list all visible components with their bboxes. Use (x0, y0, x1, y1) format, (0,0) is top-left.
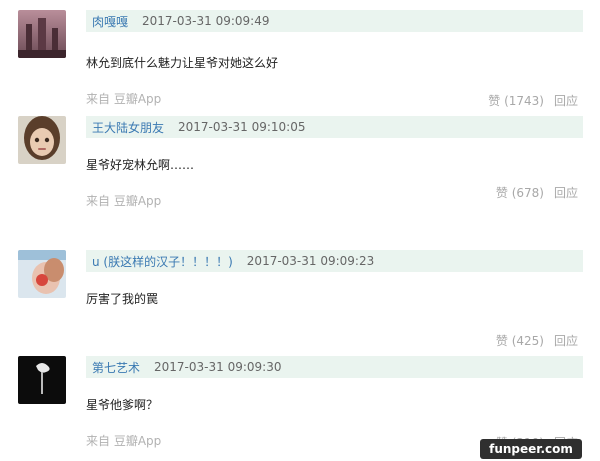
reply-button[interactable]: 回应 (554, 184, 578, 201)
comment-time: 2017-03-31 09:09:49 (142, 14, 270, 28)
username-link[interactable]: 第七艺术 (92, 359, 140, 376)
like-button[interactable]: 赞 (425) (496, 332, 544, 349)
reply-button[interactable]: 回应 (554, 332, 578, 349)
comment-actions: 赞 (425) 回应 (496, 332, 578, 349)
avatar[interactable] (18, 250, 66, 298)
watermark: funpeer.com (480, 439, 582, 459)
comment-text: 林允到底什么魅力让星爷对她这么好 (86, 56, 279, 70)
comment-source: 来自 豆瓣App (86, 194, 162, 208)
comment-actions: 赞 (1743) 回应 (488, 92, 578, 109)
comment-time: 2017-03-31 09:10:05 (178, 120, 306, 134)
avatar[interactable] (18, 10, 66, 58)
reply-button[interactable]: 回应 (554, 92, 578, 109)
like-button[interactable]: 赞 (678) (496, 184, 544, 201)
like-button[interactable]: 赞 (1743) (488, 92, 544, 109)
comment-header: 第七艺术 2017-03-31 09:09:30 (86, 356, 583, 378)
comment-header: 王大陆女朋友 2017-03-31 09:10:05 (86, 116, 583, 138)
comment-text: 星爷他爹啊？ (86, 398, 159, 412)
comment-header: u (朕这样的汉子！！！！) 2017-03-31 09:09:23 (86, 250, 583, 272)
comment-time: 2017-03-31 09:09:30 (154, 360, 282, 374)
comment-header: 肉嘎嘎 2017-03-31 09:09:49 (86, 10, 583, 32)
avatar[interactable] (18, 356, 66, 404)
username-link[interactable]: 王大陆女朋友 (92, 119, 164, 136)
comment-actions: 赞 (678) 回应 (496, 184, 578, 201)
comment-time: 2017-03-31 09:09:23 (246, 254, 375, 268)
avatar[interactable] (18, 116, 66, 164)
comment-text: 星爷好宠林允啊…… (86, 158, 195, 172)
username-link[interactable]: u (朕这样的汉子！！！！) (92, 253, 233, 270)
comment-source: 来自 豆瓣App (86, 92, 162, 106)
comment-source: 来自 豆瓣App (86, 434, 162, 448)
comment-text: 厉害了我的罠 (86, 292, 159, 306)
username-link[interactable]: 肉嘎嘎 (92, 13, 128, 30)
